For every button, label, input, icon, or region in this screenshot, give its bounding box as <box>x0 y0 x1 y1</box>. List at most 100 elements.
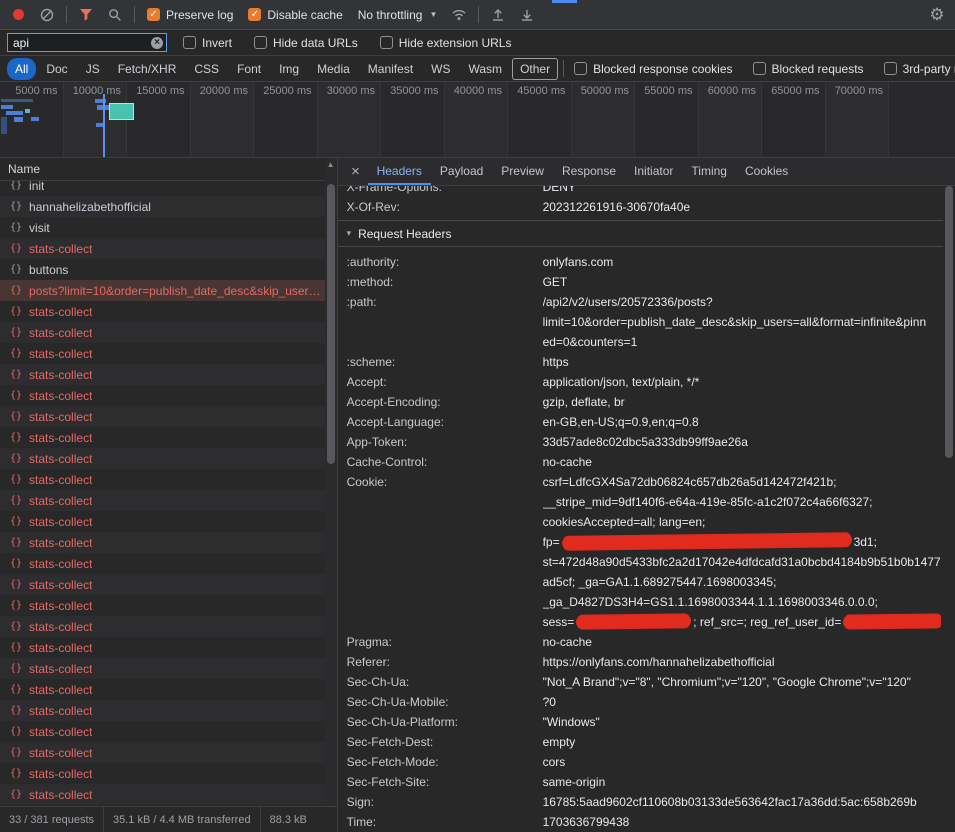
filter-pill-wasm[interactable]: Wasm <box>461 58 511 80</box>
list-item[interactable]: {}init <box>0 181 337 196</box>
list-item[interactable]: {}buttons <box>0 259 337 280</box>
script-icon: {} <box>10 411 22 422</box>
tab-preview[interactable]: Preview <box>492 158 553 185</box>
scroll-up-icon[interactable]: ▲ <box>325 158 337 171</box>
redaction-scribble <box>843 614 941 628</box>
import-har-button[interactable] <box>485 3 511 27</box>
list-item[interactable]: {}stats-collect <box>0 742 337 763</box>
header-row: Sec-Fetch-Dest:empty <box>338 732 943 752</box>
list-item[interactable]: {}posts?limit=10&order=publish_date_desc… <box>0 280 337 301</box>
checkbox-unchecked-icon <box>574 62 587 75</box>
list-item[interactable]: {}stats-collect <box>0 637 337 658</box>
hide-data-urls-checkbox[interactable]: Hide data URLs <box>248 36 364 50</box>
export-har-button[interactable] <box>514 3 540 27</box>
filter-pill-img[interactable]: Img <box>271 58 307 80</box>
list-item[interactable]: {}stats-collect <box>0 427 337 448</box>
list-item[interactable]: {}stats-collect <box>0 721 337 742</box>
request-headers-section[interactable]: ▾ Request Headers <box>338 221 943 247</box>
filter-bar: × Invert Hide data URLs Hide extension U… <box>0 30 955 56</box>
list-item[interactable]: {}stats-collect <box>0 322 337 343</box>
close-detail-button[interactable]: × <box>344 158 368 185</box>
tab-payload[interactable]: Payload <box>431 158 492 185</box>
list-item[interactable]: {}stats-collect <box>0 700 337 721</box>
filter-pill-ws[interactable]: WS <box>423 58 458 80</box>
checkbox-unchecked-icon <box>884 62 897 75</box>
checkbox-label: Blocked requests <box>772 62 864 76</box>
header-row: Sign:16785:5aad9602cf110608b03133de56364… <box>338 792 943 812</box>
timeline-overview[interactable]: 5000 ms10000 ms15000 ms20000 ms25000 ms3… <box>0 82 955 158</box>
filter-pill-doc[interactable]: Doc <box>38 58 75 80</box>
filter-pill-media[interactable]: Media <box>309 58 358 80</box>
clear-filter-icon[interactable]: × <box>151 37 163 49</box>
filter-pill-font[interactable]: Font <box>229 58 269 80</box>
filter-button[interactable] <box>73 3 99 27</box>
filter-pill-other[interactable]: Other <box>512 58 558 80</box>
throttling-value: No throttling <box>358 8 423 22</box>
hide-extension-urls-checkbox[interactable]: Hide extension URLs <box>374 36 518 50</box>
filter-pill-fetch-xhr[interactable]: Fetch/XHR <box>110 58 185 80</box>
detail-scrollbar[interactable] <box>943 186 955 832</box>
list-item[interactable]: {}stats-collect <box>0 364 337 385</box>
checkbox-blocked-requests[interactable]: Blocked requests <box>748 62 869 76</box>
record-button[interactable] <box>5 3 31 27</box>
waterfall-bar <box>6 111 23 115</box>
clear-button[interactable] <box>34 3 60 27</box>
list-item[interactable]: {}stats-collect <box>0 301 337 322</box>
scrollbar-thumb[interactable] <box>945 186 953 458</box>
list-item[interactable]: {}stats-collect <box>0 343 337 364</box>
list-item[interactable]: {}stats-collect <box>0 448 337 469</box>
list-item[interactable]: {}stats-collect <box>0 532 337 553</box>
disclosure-triangle-icon: ▾ <box>347 228 352 239</box>
tab-headers[interactable]: Headers <box>368 158 431 185</box>
list-item[interactable]: {}stats-collect <box>0 784 337 805</box>
search-icon <box>108 8 122 22</box>
throttling-select[interactable]: No throttling ▼ <box>352 8 444 22</box>
list-item[interactable]: {}stats-collect <box>0 679 337 700</box>
list-item[interactable]: {}stats-collect <box>0 238 337 259</box>
list-item[interactable]: {}stats-collect <box>0 490 337 511</box>
header-value: csrf=LdfcGX4Sa72db06824c657db26a5d142472… <box>543 472 941 632</box>
list-item[interactable]: {}stats-collect <box>0 658 337 679</box>
tab-timing[interactable]: Timing <box>682 158 736 185</box>
request-list-scrollbar[interactable]: ▲ <box>325 158 337 806</box>
tab-response[interactable]: Response <box>553 158 625 185</box>
checkbox-3rd-party-requests[interactable]: 3rd-party requests <box>879 62 955 76</box>
filter-pill-css[interactable]: CSS <box>186 58 227 80</box>
scrollbar-thumb[interactable] <box>327 184 335 464</box>
header-value-line: /api2/v2/users/20572336/posts? <box>543 292 941 312</box>
script-icon: {} <box>10 600 22 611</box>
checkbox-blocked-response-cookies[interactable]: Blocked response cookies <box>569 62 737 76</box>
tab-cookies[interactable]: Cookies <box>736 158 797 185</box>
script-icon: {} <box>10 516 22 527</box>
header-value-line: limit=10&order=publish_date_desc&skip_us… <box>543 312 941 332</box>
list-item[interactable]: {}stats-collect <box>0 574 337 595</box>
filter-pill-js[interactable]: JS <box>78 58 108 80</box>
list-item[interactable]: {}stats-collect <box>0 616 337 637</box>
list-item[interactable]: {}stats-collect <box>0 553 337 574</box>
request-name: stats-collect <box>29 620 92 634</box>
name-column-header[interactable]: Name <box>0 158 337 181</box>
list-item[interactable]: {}stats-collect <box>0 406 337 427</box>
search-button[interactable] <box>102 3 128 27</box>
header-row: Time:1703636799438 <box>338 812 943 832</box>
list-item[interactable]: {}visit <box>0 217 337 238</box>
tab-initiator[interactable]: Initiator <box>625 158 682 185</box>
list-item[interactable]: {}stats-collect <box>0 595 337 616</box>
header-value: onlyfans.com <box>543 252 941 272</box>
disable-cache-checkbox[interactable]: ✓ Disable cache <box>242 8 348 22</box>
list-item[interactable]: {}stats-collect <box>0 469 337 490</box>
list-item[interactable]: {}stats-collect <box>0 385 337 406</box>
filter-search-input[interactable] <box>13 36 147 50</box>
preserve-log-checkbox[interactable]: ✓ Preserve log <box>141 8 239 22</box>
header-name: Sec-Ch-Ua-Mobile: <box>347 692 543 712</box>
header-row: Accept-Language:en-GB,en-US;q=0.9,en;q=0… <box>338 412 943 432</box>
network-conditions-button[interactable] <box>446 3 472 27</box>
list-item[interactable]: {}stats-collect <box>0 511 337 532</box>
list-item[interactable]: {}stats-collect <box>0 763 337 784</box>
filter-pill-all[interactable]: All <box>7 58 36 80</box>
invert-checkbox[interactable]: Invert <box>177 36 238 50</box>
header-name: Sec-Fetch-Dest: <box>347 732 543 752</box>
settings-gear-button[interactable]: ⚙ <box>924 3 950 27</box>
filter-pill-manifest[interactable]: Manifest <box>360 58 421 80</box>
list-item[interactable]: {}hannahelizabethofficial <box>0 196 337 217</box>
